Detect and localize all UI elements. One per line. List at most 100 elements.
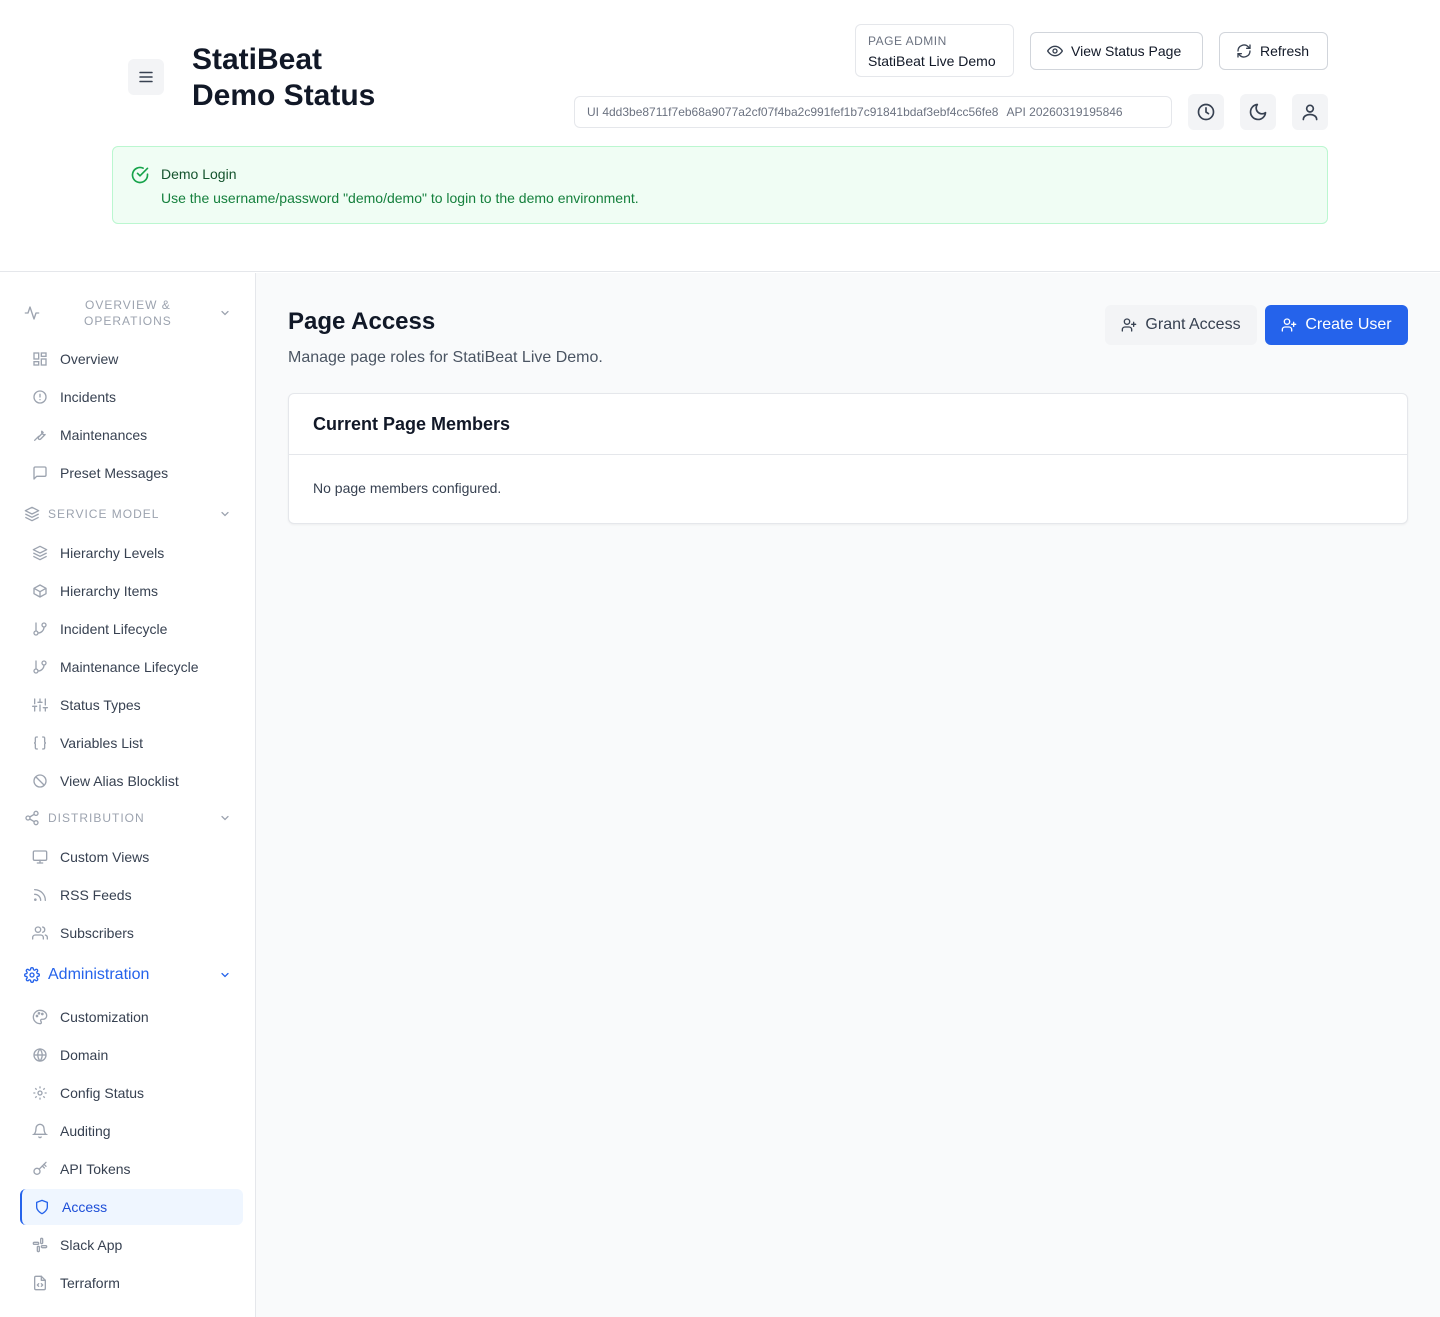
section-label: DISTRIBUTION [48,811,145,825]
section-distribution[interactable]: DISTRIBUTION [20,810,243,826]
sidebar-item-config-status[interactable]: Config Status [20,1076,243,1110]
sidebar-item-label: Access [62,1199,108,1215]
ui-version: UI 4dd3be8711f7eb68a9077a2cf07f4ba2c991f… [587,105,999,119]
share-icon [25,810,39,826]
section-label: SERVICE MODEL [48,507,160,521]
demo-login-alert: Demo Login Use the username/password "de… [112,146,1328,224]
view-status-page-button[interactable]: View Status Page [1030,32,1203,70]
sidebar-item-label: Slack App [60,1237,123,1253]
git-branch-icon [33,622,47,636]
sidebar-item-api-tokens[interactable]: API Tokens [20,1152,243,1186]
eye-icon [1047,45,1063,57]
card-title: Current Page Members [289,394,1407,455]
sidebar-item-status-types[interactable]: Status Types [20,688,243,722]
git-branch-icon [33,660,47,674]
alert-description: Use the username/password "demo/demo" to… [161,190,639,206]
box-icon [33,584,47,598]
globe-icon [33,1047,47,1063]
bell-icon [32,1123,48,1139]
create-user-button[interactable]: Create User [1265,305,1408,345]
top-header: StatiBeat Demo Status PAGE ADMIN StatiBe… [0,0,1440,272]
sidebar-item-label: Auditing [60,1123,111,1139]
layers-icon [24,506,40,522]
sidebar-item-overview[interactable]: Overview [20,342,243,376]
menu-toggle-button[interactable] [128,59,164,95]
api-version: API 20260319195846 [1006,105,1123,119]
sidebar-item-access[interactable]: Access [20,1189,243,1225]
view-status-page-label: View Status Page [1071,43,1182,59]
sidebar-item-incidents[interactable]: Incidents [20,380,243,414]
users-icon [32,926,48,940]
gear-icon [33,1086,47,1100]
section-administration[interactable]: Administration [20,965,243,985]
ban-icon [33,774,47,788]
moon-icon [1249,103,1267,121]
section-service-model[interactable]: SERVICE MODEL [20,506,243,522]
sidebar-item-maintenances[interactable]: Maintenances [20,418,243,452]
history-button[interactable] [1188,94,1224,130]
sidebar-item-subscribers[interactable]: Subscribers [20,916,243,950]
sidebar-item-terraform[interactable]: Terraform [20,1266,243,1300]
sidebar-item-label: Preset Messages [60,465,169,481]
section-overview-operations[interactable]: OVERVIEW & OPERATIONS [20,297,243,329]
sidebar-item-slack-app[interactable]: Slack App [20,1228,243,1262]
user-plus-icon [1122,318,1137,332]
grant-access-button[interactable]: Grant Access [1105,305,1257,345]
sidebar: OVERVIEW & OPERATIONS Overview Incidents… [0,273,256,1317]
app-title-line2: Demo Status [192,79,376,112]
rss-icon [34,889,46,901]
sidebar-item-hierarchy-items[interactable]: Hierarchy Items [20,574,243,608]
chevron-down-icon [221,310,229,316]
user-icon [1302,104,1318,121]
sidebar-item-customization[interactable]: Customization [20,1000,243,1034]
sidebar-item-rss-feeds[interactable]: RSS Feeds [20,878,243,912]
sidebar-item-label: Config Status [60,1085,145,1101]
sidebar-item-label: Domain [60,1047,109,1063]
version-info: UI 4dd3be8711f7eb68a9077a2cf07f4ba2c991f… [574,96,1172,128]
wrench-icon [34,430,46,441]
alert-title: Demo Login [161,166,237,182]
sidebar-item-label: Subscribers [60,925,134,941]
sidebar-item-label: Hierarchy Levels [60,545,165,561]
sidebar-item-domain[interactable]: Domain [20,1038,243,1072]
sidebar-item-custom-views[interactable]: Custom Views [20,840,243,874]
refresh-button[interactable]: Refresh [1219,32,1328,70]
app-title: StatiBeat Demo Status [192,42,375,114]
sidebar-item-maintenance-lifecycle[interactable]: Maintenance Lifecycle [20,650,243,684]
page-admin-label: PAGE ADMIN [868,34,947,48]
sidebar-item-auditing[interactable]: Auditing [20,1114,243,1148]
theme-toggle-button[interactable] [1240,94,1276,130]
sidebar-item-label: Hierarchy Items [60,583,159,599]
hamburger-icon [139,71,153,83]
activity-icon [24,306,40,320]
page-admin-value: StatiBeat Live Demo [868,53,996,69]
sidebar-item-label: RSS Feeds [60,887,132,903]
sidebar-item-view-alias-blocklist[interactable]: View Alias Blocklist [20,764,243,798]
sidebar-item-incident-lifecycle[interactable]: Incident Lifecycle [20,612,243,646]
sidebar-item-label: Custom Views [60,849,150,865]
sidebar-item-label: Incidents [60,389,117,405]
user-menu-button[interactable] [1292,94,1328,130]
sidebar-item-label: Status Types [60,697,141,713]
sidebar-item-preset-messages[interactable]: Preset Messages [20,456,243,490]
sidebar-item-hierarchy-levels[interactable]: Hierarchy Levels [20,536,243,570]
sidebar-item-label: Incident Lifecycle [60,621,168,637]
sidebar-item-label: Overview [60,351,119,367]
page-subtitle: Manage page roles for StatiBeat Live Dem… [288,349,603,366]
refresh-icon [1237,44,1251,58]
sliders-icon [32,698,48,712]
page-admin-box: PAGE ADMIN StatiBeat Live Demo [855,24,1014,77]
slack-icon [32,1237,48,1253]
chevron-down-icon [221,511,229,517]
section-label: Administration [48,966,150,983]
braces-icon [33,736,47,750]
sidebar-item-variables-list[interactable]: Variables List [20,726,243,760]
app-title-line1: StatiBeat [192,43,323,76]
grant-access-label: Grant Access [1145,316,1241,333]
sidebar-item-label: Terraform [60,1275,120,1291]
create-user-label: Create User [1305,316,1392,333]
chevron-down-icon [221,815,229,821]
sidebar-item-label: Customization [60,1009,149,1025]
sidebar-item-label: View Alias Blocklist [60,773,179,789]
monitor-icon [32,850,48,864]
